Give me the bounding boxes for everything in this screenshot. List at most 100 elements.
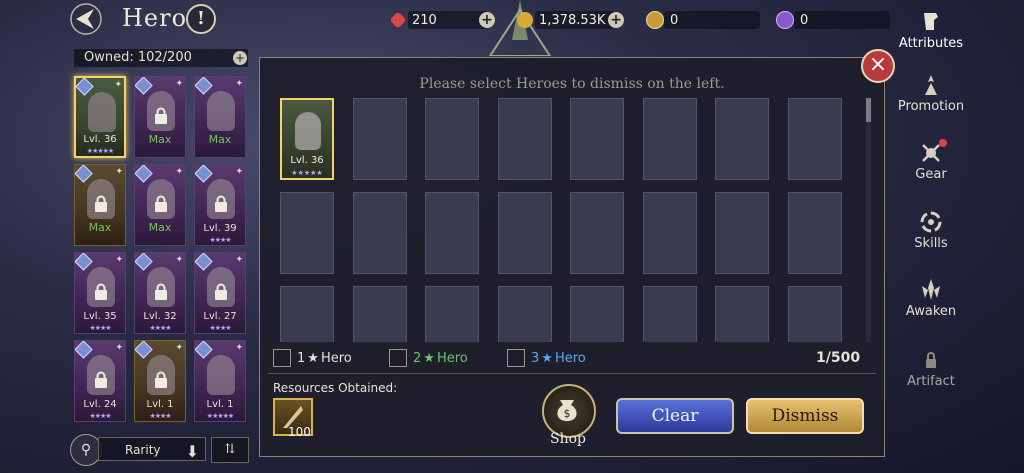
gold-value: 1,378.53K xyxy=(539,12,606,28)
selected-hero-slot[interactable]: Lvl. 36 ★★★★★ xyxy=(280,98,334,180)
filter-3-star[interactable]: 3 ★ Hero xyxy=(507,349,586,367)
empty-slot[interactable] xyxy=(425,286,479,342)
hero-stars: ★★★★★ xyxy=(206,412,234,420)
hero-card[interactable]: ✦ Max xyxy=(194,76,246,158)
nav-artifact-label: Artifact xyxy=(907,374,955,389)
hero-stars: ★★★★ xyxy=(149,412,171,420)
class-icon: ✦ xyxy=(235,343,243,353)
purple-token-icon xyxy=(776,11,794,29)
empty-slot[interactable] xyxy=(425,192,479,274)
class-icon: ✦ xyxy=(235,79,243,89)
add-red-gem-button[interactable]: + xyxy=(479,12,495,28)
empty-slot[interactable] xyxy=(497,192,552,274)
class-icon: ✦ xyxy=(235,167,243,177)
nav-attributes[interactable]: Attributes xyxy=(893,10,969,51)
rarity-badge-icon xyxy=(135,77,153,95)
filter-2-label: Hero xyxy=(436,350,468,366)
nav-promotion[interactable]: Promotion xyxy=(893,73,969,114)
empty-slot[interactable] xyxy=(497,286,552,342)
nav-promotion-label: Promotion xyxy=(897,99,965,114)
hero-stars: ★★★★★ xyxy=(86,147,114,155)
lock-icon xyxy=(95,195,107,212)
back-button[interactable] xyxy=(66,2,106,36)
nav-artifact[interactable]: Artifact xyxy=(893,348,969,389)
info-button[interactable]: ! xyxy=(186,4,216,34)
empty-slot[interactable] xyxy=(787,286,842,342)
hero-card[interactable]: ✦ Lvl. 24 ★★★★ xyxy=(74,340,126,422)
awaken-icon xyxy=(922,279,940,300)
nav-awaken[interactable]: Awaken xyxy=(893,278,969,319)
hero-card[interactable]: ✦ Max xyxy=(134,164,186,246)
hero-card[interactable]: ✦ Lvl. 27 ★★★★ xyxy=(194,252,246,334)
hero-card[interactable]: ✦ Lvl. 1 ★★★★ xyxy=(134,340,186,422)
expand-owned-button[interactable]: + xyxy=(233,51,247,65)
lock-icon xyxy=(95,371,107,388)
rarity-badge-icon xyxy=(195,253,213,271)
lock-icon xyxy=(95,283,107,300)
gold-token-counter: 0 xyxy=(646,10,760,30)
empty-slot[interactable] xyxy=(280,192,334,274)
clear-button[interactable]: Clear xyxy=(616,398,734,434)
filter-3-label: Hero xyxy=(554,350,586,366)
empty-slot[interactable] xyxy=(787,98,842,180)
hero-card[interactable]: ✦ Max xyxy=(134,76,186,158)
hero-card[interactable]: ✦ Max xyxy=(74,164,126,246)
empty-slot[interactable] xyxy=(570,98,624,180)
page-title: Hero xyxy=(122,4,188,32)
empty-slot[interactable] xyxy=(715,98,769,180)
empty-slot[interactable] xyxy=(280,286,334,342)
hero-card[interactable]: ✦ Lvl. 35 ★★★★ xyxy=(74,252,126,334)
add-gold-button[interactable]: + xyxy=(608,12,624,28)
empty-slot[interactable] xyxy=(715,192,769,274)
lock-icon xyxy=(215,283,227,300)
class-icon: ✦ xyxy=(175,255,183,265)
dismiss-hint: Please select Heroes to dismiss on the l… xyxy=(419,76,725,92)
rarity-sort-dropdown[interactable]: Rarity ⬇ xyxy=(98,437,206,461)
empty-slot[interactable] xyxy=(642,286,697,342)
class-icon: ✦ xyxy=(175,167,183,177)
filter-2-num: 2 xyxy=(413,350,422,366)
nav-attributes-label: Attributes xyxy=(898,36,964,51)
lock-icon xyxy=(155,371,167,388)
hero-card[interactable]: ✦ Lvl. 39 ★★★★ xyxy=(194,164,246,246)
red-gem-counter: 210 xyxy=(389,10,488,30)
slots-scrollbar[interactable] xyxy=(866,98,871,342)
nav-gear[interactable]: Gear xyxy=(893,139,969,182)
rarity-badge-icon xyxy=(75,341,93,359)
hero-stars: ★★★★ xyxy=(149,324,171,332)
empty-slot[interactable] xyxy=(352,192,407,274)
red-gem-icon xyxy=(389,11,407,29)
selection-count: 1/500 xyxy=(816,350,861,366)
hero-card[interactable]: ✦ Lvl. 32 ★★★★ xyxy=(134,252,186,334)
empty-slot[interactable] xyxy=(642,192,697,274)
rarity-badge-icon xyxy=(135,165,153,183)
filter-1-star[interactable]: 1 ★ Hero xyxy=(273,349,352,367)
class-icon: ✦ xyxy=(115,343,123,353)
hero-card[interactable]: ✦ Lvl. 36 ★★★★★ xyxy=(74,76,126,158)
checkbox-2-star[interactable] xyxy=(389,349,407,367)
hero-portrait xyxy=(207,355,235,395)
arrow-down-icon: ⬇ xyxy=(185,442,199,461)
empty-slot[interactable] xyxy=(352,286,407,342)
hero-level: Lvl. 36 xyxy=(83,134,117,145)
empty-slot[interactable] xyxy=(352,98,407,180)
checkbox-1-star[interactable] xyxy=(273,349,291,367)
empty-slot[interactable] xyxy=(642,98,697,180)
filter-2-star[interactable]: 2 ★ Hero xyxy=(389,349,468,367)
empty-slot[interactable] xyxy=(497,98,552,180)
empty-slot[interactable] xyxy=(570,286,624,342)
hero-card[interactable]: ✦ Lvl. 1 ★★★★★ xyxy=(194,340,246,422)
empty-slot[interactable] xyxy=(715,286,769,342)
gold-coin-icon xyxy=(517,12,533,28)
nav-skills[interactable]: Skills xyxy=(893,210,969,251)
class-icon: ✦ xyxy=(175,79,183,89)
dismiss-button[interactable]: Dismiss xyxy=(746,398,864,434)
empty-slot[interactable] xyxy=(570,192,624,274)
checkbox-3-star[interactable] xyxy=(507,349,525,367)
gold-token-value: 0 xyxy=(670,12,679,28)
shop-button[interactable]: $ xyxy=(542,384,596,438)
empty-slot[interactable] xyxy=(425,98,479,180)
empty-slot[interactable] xyxy=(787,192,842,274)
hero-stars: ★★★★ xyxy=(89,412,111,420)
sort-order-button[interactable]: ⇅ xyxy=(211,437,249,463)
